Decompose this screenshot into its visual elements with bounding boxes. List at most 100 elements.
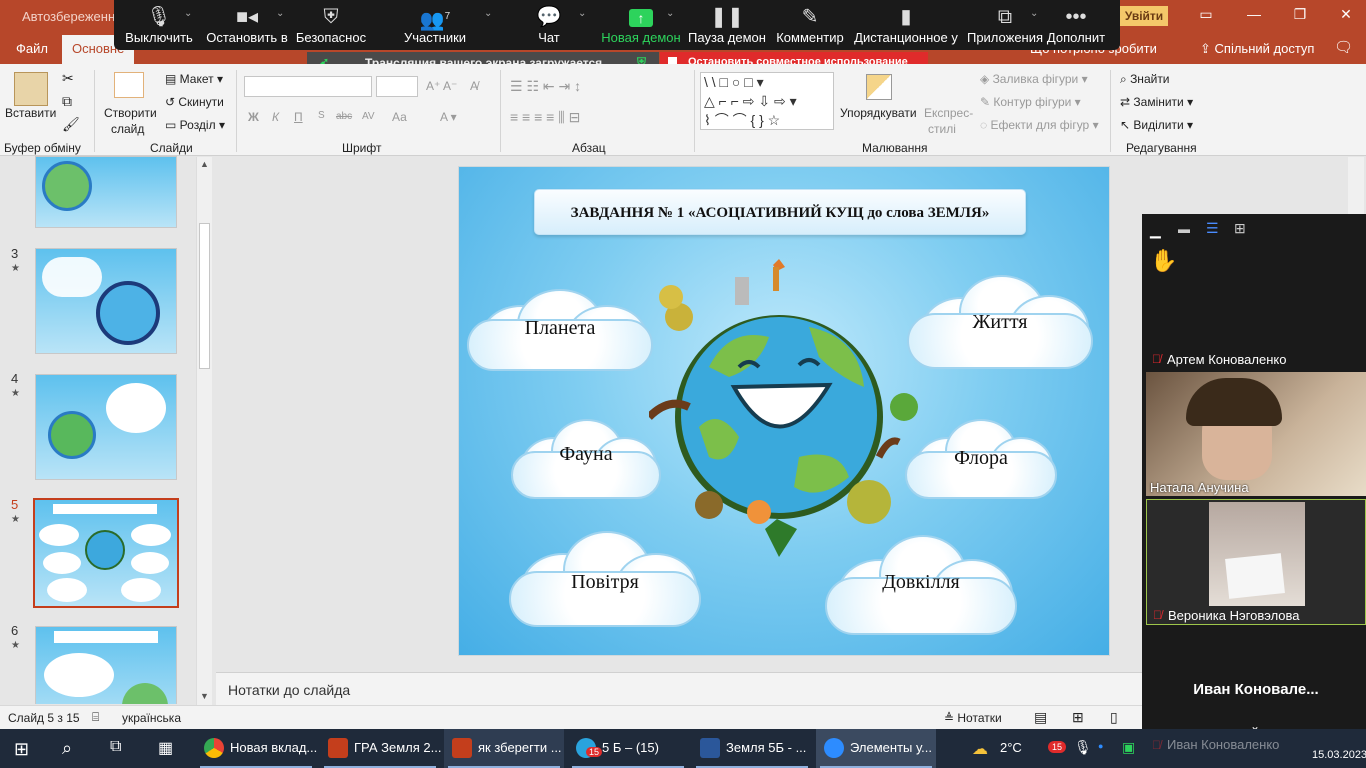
shapes-gallery[interactable]: \ \ □ ○ □ ▾ △ ⌐ ⌐ ⇨ ⇩ ⇨ ▾ ⌇ ⌒ ⌒ { } ☆ bbox=[700, 72, 834, 130]
find-button[interactable]: ⌕ Знайти bbox=[1120, 72, 1170, 87]
shape-effects-button[interactable]: ◌ Ефекти для фігур ▾ bbox=[980, 118, 1099, 132]
slide-thumbnail[interactable] bbox=[35, 374, 177, 480]
quick-styles-button[interactable]: Експрес- bbox=[924, 106, 973, 120]
minimize-panel-icon[interactable]: ▁ bbox=[1150, 222, 1161, 239]
layout-button[interactable]: ▤ Макет ▾ bbox=[165, 72, 223, 86]
slide-title[interactable]: ЗАВДАННЯ № 1 «АСОЦІАТИВНИЙ КУЩ до слова … bbox=[534, 189, 1026, 235]
taskbar-item-telegram[interactable]: 15 5 Б – (15) bbox=[568, 729, 688, 768]
annotate-button[interactable]: ✎ Комментир bbox=[765, 4, 855, 45]
taskbar-item-powerpoint-2[interactable]: як зберегти ... bbox=[444, 729, 564, 768]
current-slide[interactable]: ЗАВДАННЯ № 1 «АСОЦІАТИВНИЙ КУЩ до слова … bbox=[458, 166, 1110, 656]
spacing-button[interactable]: AV bbox=[362, 111, 375, 122]
windows-start-icon[interactable]: ⊞ bbox=[14, 739, 29, 760]
weather-temp[interactable]: 2°C bbox=[1000, 740, 1022, 755]
taskbar-item-zoom[interactable]: Элементы у... bbox=[816, 729, 936, 768]
paste-button[interactable]: Вставити bbox=[5, 106, 56, 120]
thumbnail-scrollbar[interactable]: ▲ ▼ bbox=[196, 157, 212, 705]
active-speaker-icon[interactable]: ▬ bbox=[1178, 222, 1190, 236]
arrange-button[interactable]: Упорядкувати bbox=[840, 106, 917, 120]
select-button[interactable]: ↖ Виділити ▾ bbox=[1120, 118, 1193, 132]
arrange-icon[interactable] bbox=[866, 74, 892, 100]
change-case-button[interactable]: Аа bbox=[392, 110, 407, 124]
minimize-icon[interactable]: — bbox=[1244, 6, 1264, 26]
normal-view-icon[interactable]: ▤ bbox=[1034, 709, 1047, 726]
remote-control-button[interactable]: ▮ Дистанционное у bbox=[854, 4, 958, 45]
tray-app-icon[interactable]: ▣ bbox=[1122, 739, 1135, 756]
more-button[interactable]: ••• Дополнит bbox=[1036, 4, 1116, 45]
language-indicator[interactable]: українська bbox=[122, 711, 181, 725]
section-button[interactable]: ▭ Розділ ▾ bbox=[165, 118, 225, 132]
copy-icon[interactable]: ⧉ bbox=[62, 93, 72, 110]
participant-tile[interactable]: Натала Анучина bbox=[1146, 372, 1366, 496]
taskbar-item-powerpoint-1[interactable]: ГРА Земля 2... bbox=[320, 729, 441, 768]
chevron-down-icon[interactable]: ⌄ bbox=[484, 8, 492, 19]
cloud-fauna[interactable]: Фауна bbox=[511, 415, 661, 505]
slide-thumbnail[interactable] bbox=[35, 156, 177, 228]
maximize-icon[interactable]: ❐ bbox=[1290, 6, 1310, 26]
strikethrough-button[interactable]: abc bbox=[336, 111, 352, 122]
slide-sorter-icon[interactable]: ⊞ bbox=[1072, 709, 1084, 726]
paste-icon[interactable] bbox=[14, 72, 48, 106]
shape-fill-button[interactable]: ◈ Заливка фігури ▾ bbox=[980, 72, 1088, 86]
cloud-dovkillia[interactable]: Довкілля bbox=[825, 531, 1017, 639]
scroll-up-icon[interactable]: ▲ bbox=[200, 159, 209, 169]
font-name-combo[interactable] bbox=[244, 76, 372, 97]
slide-thumbnail[interactable] bbox=[35, 626, 177, 704]
zoom-tray-icon[interactable]: ● bbox=[1098, 741, 1103, 751]
cut-icon[interactable]: ✂ bbox=[62, 70, 74, 87]
calculator-icon[interactable]: ▦ bbox=[158, 738, 173, 758]
reset-button[interactable]: ↺ Скинути bbox=[165, 95, 224, 109]
spellcheck-icon[interactable]: ⌸ bbox=[92, 710, 99, 725]
taskbar-item-word[interactable]: Земля 5Б - ... bbox=[692, 729, 812, 768]
microphone-icon[interactable]: 🎙 bbox=[1074, 739, 1092, 756]
notes-toggle-button[interactable]: ≜ Нотатки bbox=[944, 711, 1002, 725]
share-button[interactable]: ⇪ Спільний доступ bbox=[1200, 41, 1314, 57]
notification-badge[interactable]: 15 bbox=[1048, 741, 1067, 753]
task-view-icon[interactable]: ⧉ bbox=[110, 738, 121, 756]
chevron-down-icon[interactable]: ⌄ bbox=[578, 8, 586, 19]
slide-thumbnail[interactable] bbox=[35, 248, 177, 354]
shape-outline-button[interactable]: ✎ Контур фігури ▾ bbox=[980, 95, 1081, 109]
cloud-flora[interactable]: Флора bbox=[905, 415, 1057, 503]
clear-format-icon[interactable]: A̸ bbox=[470, 79, 478, 93]
format-painter-icon[interactable]: 🖌 bbox=[62, 116, 80, 133]
cloud-povitria[interactable]: Повітря bbox=[509, 527, 701, 631]
new-slide-icon[interactable] bbox=[114, 72, 144, 98]
participants-button[interactable]: 👥7 Участники bbox=[390, 4, 480, 45]
participant-tile-active[interactable]: 🎙̸ Вероника Нэговэлова bbox=[1146, 499, 1366, 625]
cloud-planeta[interactable]: Планета bbox=[467, 283, 653, 379]
close-icon[interactable]: ✕ bbox=[1336, 6, 1356, 26]
participant-tile[interactable]: Иван Коновале... ⌄ bbox=[1146, 627, 1366, 735]
scrollbar-thumb[interactable] bbox=[199, 223, 210, 369]
chevron-down-icon[interactable]: ⌄ bbox=[276, 8, 284, 19]
underline-button[interactable]: П bbox=[294, 110, 303, 124]
replace-button[interactable]: ⇄ Замінити ▾ bbox=[1120, 95, 1193, 109]
taskbar-item-chrome[interactable]: Новая вклад... bbox=[196, 729, 317, 768]
notes-pane[interactable]: Нотатки до слайда bbox=[216, 672, 1142, 705]
ribbon-display-icon[interactable]: ▭ bbox=[1196, 6, 1216, 26]
security-button[interactable]: ⛨ Безопаснос bbox=[286, 4, 376, 45]
font-size-combo[interactable] bbox=[376, 76, 418, 97]
pause-share-button[interactable]: ❚❚ Пауза демон bbox=[682, 4, 772, 45]
increase-font-icon[interactable]: A⁺ A⁻ bbox=[426, 79, 457, 93]
bullets-icon[interactable]: ☰ ☷ ⇤ ⇥ ↕ bbox=[510, 78, 581, 95]
comments-icon[interactable]: 🗨 bbox=[1334, 38, 1353, 56]
search-icon[interactable]: ⌕ bbox=[62, 738, 72, 759]
shadow-button[interactable]: S bbox=[318, 110, 325, 121]
chevron-down-icon[interactable]: ⌄ bbox=[666, 8, 674, 19]
reading-view-icon[interactable]: ▯ bbox=[1110, 709, 1118, 726]
bold-button[interactable]: Ж bbox=[248, 110, 259, 124]
strip-view-icon[interactable]: ☰ bbox=[1206, 220, 1219, 237]
tab-file[interactable]: Файл bbox=[16, 41, 48, 56]
sign-in-button[interactable]: Увійти bbox=[1120, 6, 1168, 26]
participant-tile[interactable]: 🎙̸ Артем Коноваленко bbox=[1146, 348, 1366, 370]
cloud-zhyttia[interactable]: Життя bbox=[907, 271, 1093, 377]
notes-placeholder[interactable]: Нотатки до слайда bbox=[228, 682, 350, 698]
font-color-icon[interactable]: A ▾ bbox=[440, 110, 457, 124]
italic-button[interactable]: К bbox=[272, 110, 279, 124]
gallery-view-icon[interactable]: ⊞ bbox=[1234, 220, 1246, 237]
slide-thumbnail-selected[interactable] bbox=[33, 498, 179, 608]
weather-icon[interactable]: ☁ bbox=[972, 739, 988, 759]
scroll-down-icon[interactable]: ▼ bbox=[200, 691, 209, 701]
align-icon[interactable]: ≡ ≡ ≡ ≡ ⫼ ⊟ bbox=[510, 109, 580, 126]
